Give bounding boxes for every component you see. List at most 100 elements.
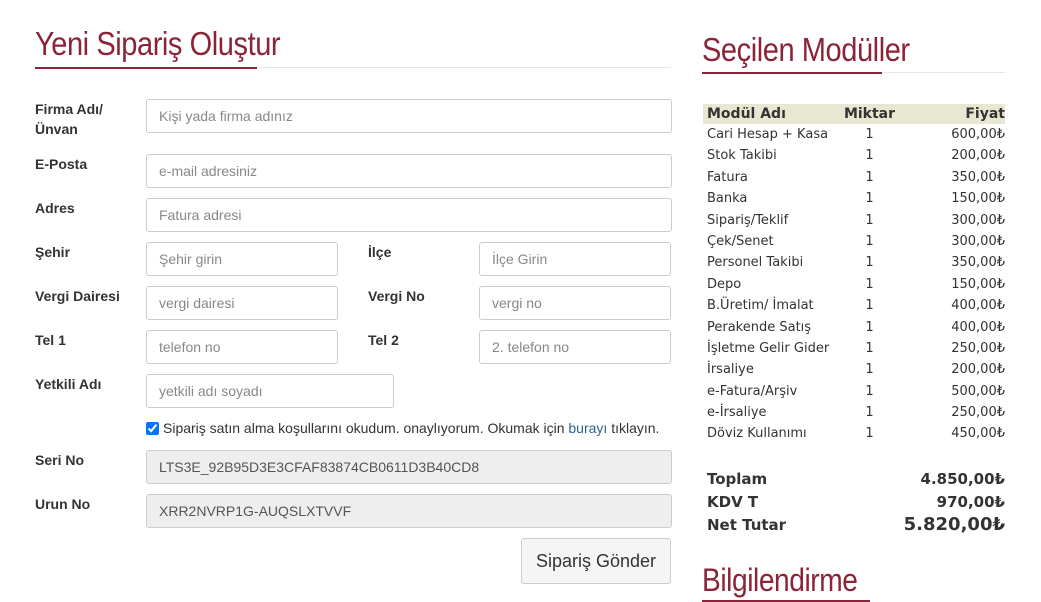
agreement-checkbox[interactable]	[146, 421, 159, 435]
module-price-cell: 300,00₺	[951, 212, 1005, 228]
module-price-cell: 300,00₺	[951, 233, 1005, 249]
total-row: Toplam 4.850,00₺	[703, 467, 1005, 490]
module-name-cell: Perakende Satış	[707, 319, 812, 335]
seri-no-label: Seri No	[35, 452, 85, 468]
sehir-input[interactable]	[146, 242, 338, 276]
kdv-value: 970,00₺	[936, 492, 1005, 511]
module-quantity-cell: 1	[865, 319, 874, 335]
vergi-dairesi-input[interactable]	[146, 286, 338, 320]
net-total-row: Net Tutar 5.820,00₺	[703, 513, 1005, 536]
module-name-cell: B.Üretim/ İmalat	[707, 298, 814, 314]
table-row: e-İrsaliye 1 250,00₺	[703, 402, 1005, 423]
module-quantity-cell: 1	[865, 255, 874, 271]
table-row: Depo 1 150,00₺	[703, 274, 1005, 295]
modules-title-underline	[702, 72, 882, 74]
agreement-text-after: tıklayın.	[611, 420, 660, 436]
table-row: Banka 1 150,00₺	[703, 188, 1005, 209]
module-price-cell: 200,00₺	[951, 362, 1005, 378]
submit-order-button[interactable]: Sipariş Gönder	[521, 538, 671, 584]
module-price-cell: 200,00₺	[951, 148, 1005, 164]
module-quantity-cell: 1	[865, 298, 874, 314]
vergi-dairesi-label: Vergi Dairesi	[35, 288, 120, 304]
tel2-label: Tel 2	[368, 332, 399, 348]
module-name-cell: Cari Hesap + Kasa	[707, 127, 829, 142]
info-title: Bilgilendirme	[702, 562, 858, 598]
module-name-cell: e-Fatura/Arşiv	[707, 383, 798, 399]
module-name-cell: Personel Takibi	[707, 255, 804, 271]
ilce-label: İlçe	[368, 244, 392, 260]
module-quantity-cell: 1	[865, 362, 874, 378]
col-price: Fiyat	[965, 106, 1005, 122]
module-quantity-cell: 1	[865, 405, 874, 421]
table-row: Cari Hesap + Kasa 1 600,00₺	[703, 124, 1005, 145]
col-quantity: Miktar	[843, 106, 896, 122]
sehir-label: Şehir	[35, 244, 71, 260]
module-name-cell: İrsaliye	[707, 362, 754, 378]
module-quantity-cell: 1	[865, 212, 874, 228]
module-quantity-cell: 1	[865, 169, 874, 185]
form-title: Yeni Sipariş Oluştur	[35, 25, 281, 62]
module-name-cell: Çek/Senet	[707, 233, 774, 249]
modules-title: Seçilen Modüller	[702, 31, 910, 68]
yetkili-label: Yetkili Adı	[35, 376, 102, 392]
table-row: Çek/Senet 1 300,00₺	[703, 231, 1005, 252]
kdv-label: KDV T	[707, 492, 759, 511]
table-row: Personel Takibi 1 350,00₺	[703, 252, 1005, 273]
module-name-cell: Sipariş/Teklif	[707, 212, 789, 228]
module-name-cell: İşletme Gelir Gider	[707, 340, 830, 356]
module-quantity-cell: 1	[865, 148, 874, 164]
table-row: Stok Takibi 1 200,00₺	[703, 145, 1005, 166]
module-name-cell: Fatura	[707, 169, 748, 185]
urun-no-field[interactable]	[146, 494, 672, 528]
ilce-input[interactable]	[479, 242, 671, 276]
module-price-cell: 250,00₺	[951, 405, 1005, 421]
module-price-cell: 450,00₺	[951, 426, 1005, 442]
module-price-cell: 500,00₺	[951, 383, 1005, 399]
eposta-label: E-Posta	[35, 156, 88, 172]
tel1-input[interactable]	[146, 330, 338, 364]
module-quantity-cell: 1	[865, 127, 874, 142]
yetkili-input[interactable]	[146, 374, 394, 408]
module-quantity-cell: 1	[865, 191, 874, 207]
adres-label: Adres	[35, 200, 75, 216]
agreement-link[interactable]: burayı	[568, 420, 607, 436]
table-row: Perakende Satış 1 400,00₺	[703, 317, 1005, 338]
adres-input[interactable]	[146, 198, 672, 232]
kdv-row: KDV T 970,00₺	[703, 490, 1005, 513]
module-quantity-cell: 1	[865, 383, 874, 399]
net-total-value: 5.820,00₺	[903, 514, 1005, 535]
total-label: Toplam	[707, 469, 768, 488]
total-value: 4.850,00₺	[920, 469, 1005, 488]
module-price-cell: 350,00₺	[951, 255, 1005, 271]
table-row: Döviz Kullanımı 1 450,00₺	[703, 423, 1005, 444]
module-quantity-cell: 1	[865, 340, 874, 356]
form-title-underline	[35, 67, 257, 69]
module-price-cell: 600,00₺	[951, 127, 1005, 142]
net-total-label: Net Tutar	[707, 515, 787, 534]
module-quantity-cell: 1	[865, 426, 874, 442]
tel1-label: Tel 1	[35, 332, 66, 348]
tel2-input[interactable]	[479, 330, 671, 364]
firma-input[interactable]	[146, 99, 672, 133]
module-price-cell: 250,00₺	[951, 340, 1005, 356]
vergi-no-label: Vergi No	[368, 288, 425, 304]
module-price-cell: 400,00₺	[951, 319, 1005, 335]
table-row: Fatura 1 350,00₺	[703, 167, 1005, 188]
module-price-cell: 150,00₺	[951, 276, 1005, 292]
module-price-cell: 350,00₺	[951, 169, 1005, 185]
email-input[interactable]	[146, 154, 672, 188]
agreement: Sipariş satın alma koşullarını okudum. o…	[146, 420, 659, 436]
table-row: Sipariş/Teklif 1 300,00₺	[703, 210, 1005, 231]
module-price-cell: 400,00₺	[951, 298, 1005, 314]
module-name-cell: Depo	[707, 276, 742, 292]
vergi-no-input[interactable]	[479, 286, 671, 320]
firma-label: Firma Adı/Ünvan	[35, 101, 103, 137]
module-price-cell: 150,00₺	[951, 191, 1005, 207]
module-quantity-cell: 1	[865, 233, 874, 249]
agreement-text: Sipariş satın alma koşullarını okudum. o…	[163, 420, 565, 436]
module-name-cell: Döviz Kullanımı	[707, 426, 807, 442]
seri-no-field[interactable]	[146, 450, 672, 484]
table-header: Modül Adı Miktar Fiyat	[703, 104, 1005, 124]
module-name-cell: Banka	[707, 191, 748, 207]
module-name-cell: e-İrsaliye	[707, 405, 767, 421]
